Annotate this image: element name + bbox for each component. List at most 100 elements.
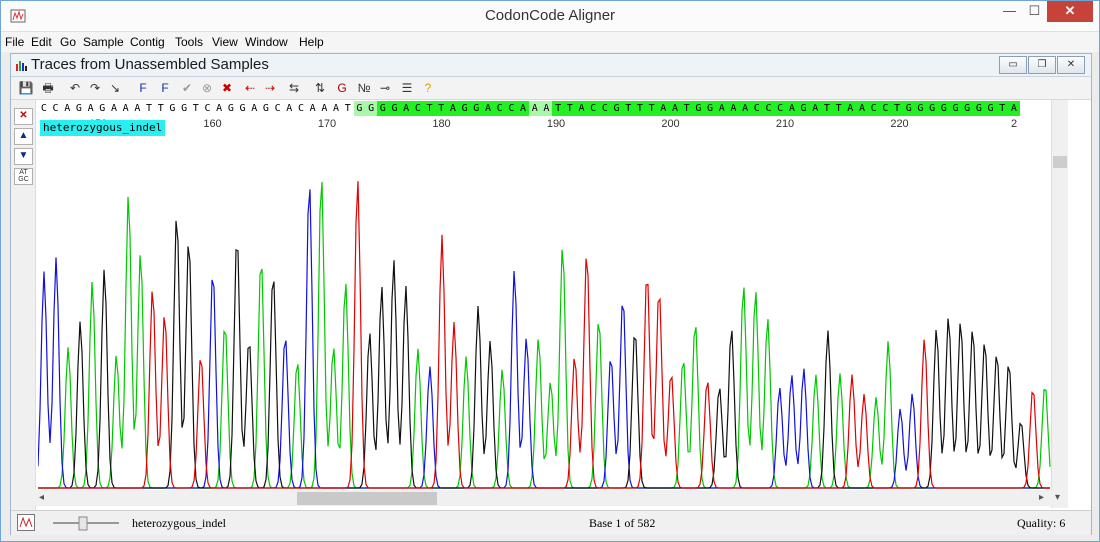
base-call[interactable]: G (949, 101, 962, 116)
base-call[interactable]: A (844, 101, 857, 116)
base-call[interactable]: G (704, 101, 716, 116)
base-call[interactable]: A (1008, 101, 1020, 116)
remove-icon[interactable]: ✕ (14, 108, 33, 125)
maximize-button[interactable]: ☐ (1021, 1, 1048, 22)
base-call[interactable]: A (108, 101, 120, 116)
base-call[interactable]: A (283, 101, 296, 116)
next-mark-icon[interactable]: ⇢ (261, 79, 279, 97)
trace-view-icon[interactable] (17, 514, 35, 531)
base-call[interactable]: G (96, 101, 109, 116)
chromatogram-trace[interactable] (38, 134, 1051, 490)
base-call[interactable]: C (493, 101, 506, 116)
menu-contig[interactable]: Contig (130, 35, 165, 49)
base-call[interactable]: T (996, 101, 1009, 116)
base-call[interactable]: A (669, 101, 681, 116)
base-call[interactable]: T (189, 101, 202, 116)
link-icon[interactable]: ⊸ (376, 79, 394, 97)
horizontal-scrollbar[interactable]: ◂ ▸ ▾ (35, 490, 1067, 506)
base-call[interactable]: A (318, 101, 331, 116)
base-call[interactable]: A (575, 101, 588, 116)
base-call[interactable]: G (470, 101, 483, 116)
base-call[interactable]: C (201, 101, 214, 116)
down-arrow-icon[interactable]: ▼ (14, 148, 33, 165)
base-call[interactable]: G (166, 101, 179, 116)
base-call[interactable]: T (634, 101, 646, 116)
base-call[interactable]: C (505, 101, 518, 116)
scroll-right-icon[interactable]: ▸ (1039, 492, 1044, 503)
base-call[interactable]: C (295, 101, 307, 116)
base-call[interactable]: G (365, 101, 377, 116)
base-call[interactable]: T (423, 101, 436, 116)
save-icon[interactable]: 💾 (17, 79, 35, 97)
base-call[interactable]: A (528, 101, 541, 116)
base-call[interactable]: G (610, 101, 623, 116)
base-call[interactable]: T (154, 101, 167, 116)
base-call[interactable]: C (587, 101, 599, 116)
base-call[interactable]: A (61, 101, 74, 116)
horizontal-scroll-thumb[interactable] (297, 492, 437, 505)
prev-mark-icon[interactable]: ⇠ (241, 79, 259, 97)
base-call[interactable]: G (902, 101, 915, 116)
up-arrow-icon[interactable]: ▲ (14, 128, 33, 145)
base-call[interactable]: C (412, 101, 424, 116)
redo-icon[interactable]: ↷ (86, 79, 104, 97)
base-call[interactable]: A (809, 101, 822, 116)
base-call-sequence[interactable]: CCAGAGAAATTGGTCAGGAGCACAAATGGGGACTTAGGAC… (38, 101, 1051, 116)
base-call[interactable]: T (645, 101, 658, 116)
base-call[interactable]: G (260, 101, 272, 116)
base-call[interactable]: A (482, 101, 494, 116)
close-button[interactable]: ✕ (1047, 1, 1093, 22)
base-call[interactable]: A (213, 101, 225, 116)
base-call[interactable]: G (937, 101, 950, 116)
reverse-f-icon[interactable]: F (156, 79, 174, 97)
primer-icon[interactable]: ⇅ (311, 79, 329, 97)
print-icon[interactable]: 🖶 (39, 79, 57, 97)
base-call[interactable]: A (447, 101, 459, 116)
base-call[interactable]: A (727, 101, 740, 116)
clip-icon[interactable]: ↘ (106, 79, 124, 97)
base-call[interactable]: C (49, 101, 62, 116)
child-restore-button[interactable]: ❐ (1028, 56, 1056, 74)
base-call[interactable]: A (715, 101, 728, 116)
base-call[interactable]: A (739, 101, 751, 116)
base-call[interactable]: C (867, 101, 880, 116)
base-call[interactable]: A (330, 101, 342, 116)
base-call[interactable]: C (774, 101, 786, 116)
help-icon[interactable]: ? (419, 79, 437, 97)
base-call[interactable]: A (657, 101, 670, 116)
base-call[interactable]: T (680, 101, 693, 116)
base-call[interactable]: G (376, 101, 389, 116)
menu-help[interactable]: Help (299, 35, 324, 49)
menu-tools[interactable]: Tools (175, 35, 203, 49)
base-call[interactable]: A (540, 101, 553, 116)
base-call[interactable]: T (435, 101, 448, 116)
base-call[interactable]: T (341, 101, 354, 116)
menu-edit[interactable]: Edit (31, 35, 52, 49)
vertical-scrollbar[interactable] (1051, 100, 1068, 508)
base-call[interactable]: A (84, 101, 97, 116)
menu-view[interactable]: View (212, 35, 238, 49)
base-call[interactable]: T (622, 101, 635, 116)
menu-window[interactable]: Window (245, 35, 288, 49)
base-call[interactable]: G (984, 101, 997, 116)
menu-sample[interactable]: Sample (83, 35, 124, 49)
split-icon[interactable]: ⇆ (285, 79, 303, 97)
base-call[interactable]: C (762, 101, 775, 116)
base-call[interactable]: G (797, 101, 810, 116)
base-call[interactable]: A (786, 101, 798, 116)
minimize-button[interactable]: — (996, 1, 1023, 22)
base-call[interactable]: A (856, 101, 868, 116)
base-call[interactable]: G (914, 101, 927, 116)
check-icon[interactable]: ✔ (178, 79, 196, 97)
menu-file[interactable]: File (5, 35, 24, 49)
base-call[interactable]: A (517, 101, 529, 116)
base-call[interactable]: G (353, 101, 366, 116)
base-call[interactable]: A (119, 101, 132, 116)
base-call[interactable]: C (599, 101, 611, 116)
base-call[interactable]: G (926, 101, 938, 116)
base-call[interactable]: C (879, 101, 892, 116)
undo-icon[interactable]: ↶ (66, 79, 84, 97)
base-call[interactable]: C (271, 101, 284, 116)
child-close-button[interactable]: ✕ (1057, 56, 1085, 74)
reject-icon[interactable]: ⊗ (198, 79, 216, 97)
